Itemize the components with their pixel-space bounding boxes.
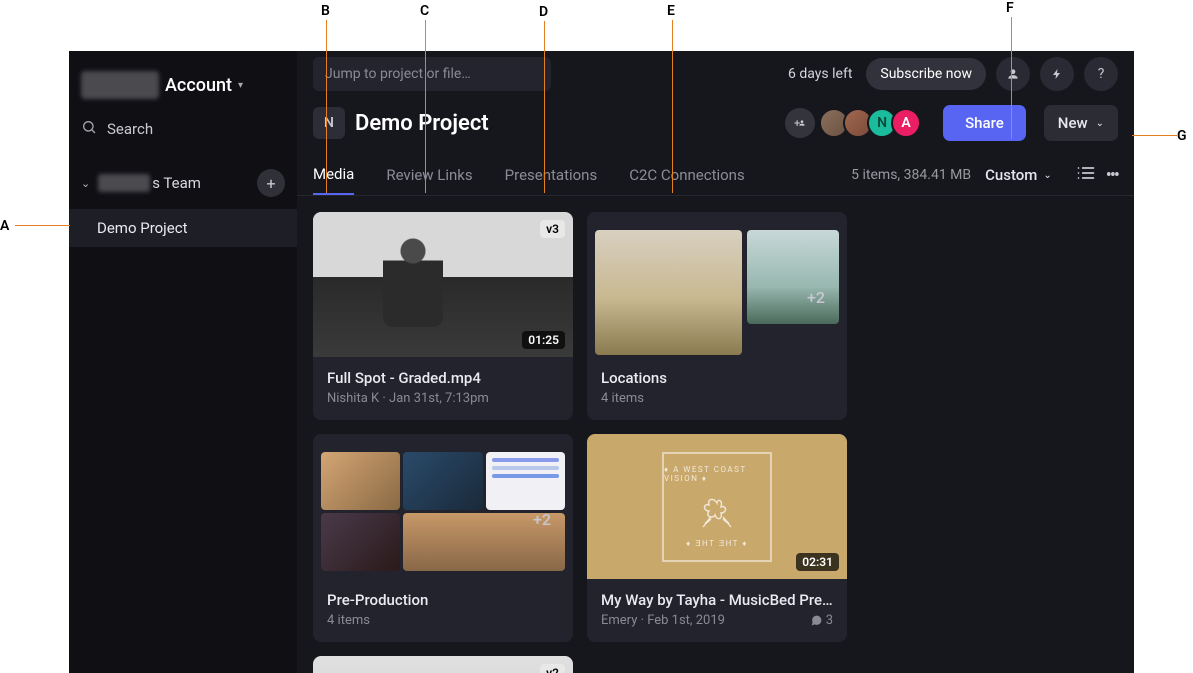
annotation-line-d xyxy=(544,21,545,193)
team-row[interactable]: ⌄ s Team + xyxy=(69,161,297,205)
subscribe-button[interactable]: Subscribe now xyxy=(866,58,986,90)
card-thumbnail: v3 01:25 xyxy=(313,212,573,357)
annotation-line-c xyxy=(425,20,426,193)
annotation-a: A xyxy=(0,218,9,234)
annotation-line-b xyxy=(326,20,327,193)
card-thumbnail: ♦ A WEST COAST VISION ♦ ♦ ƎHT ƎHT ♦ 02:3… xyxy=(587,434,847,579)
album-text: ♦ ƎHT ƎHT ♦ xyxy=(686,539,748,548)
card-meta: 4 items xyxy=(327,613,559,628)
jump-placeholder: Jump to project or file… xyxy=(325,66,471,82)
trial-days-left: 6 days left xyxy=(788,66,852,82)
chevron-down-icon: ⌄ xyxy=(1043,170,1051,181)
search-icon xyxy=(81,119,97,139)
folder-preview xyxy=(321,513,400,571)
profile-button[interactable] xyxy=(996,57,1030,91)
team-suffix: s Team xyxy=(152,174,201,192)
chevron-down-icon: ▾ xyxy=(238,80,243,91)
app-window: Account ▾ Search ⌄ s Team + Demo Project… xyxy=(69,51,1134,673)
card-meta: 4 items xyxy=(601,391,833,406)
project-title: Demo Project xyxy=(355,111,775,136)
tab-c2c-connections[interactable]: C2C Connections xyxy=(629,156,745,194)
tab-review-links[interactable]: Review Links xyxy=(386,156,472,194)
sidebar-project-item[interactable]: Demo Project xyxy=(69,209,297,247)
more-count-badge: +2 xyxy=(807,288,825,307)
sidebar-search[interactable]: Search xyxy=(69,107,297,151)
annotation-line-e xyxy=(672,20,673,193)
annotation-b: B xyxy=(321,3,330,19)
comment-icon xyxy=(810,614,823,627)
tab-media[interactable]: Media xyxy=(313,155,354,195)
flower-icon xyxy=(693,487,741,535)
media-card[interactable]: ♦ A WEST COAST VISION ♦ ♦ ƎHT ƎHT ♦ 02:3… xyxy=(587,434,847,642)
card-thumbnail: v2 00:53 xyxy=(313,656,573,673)
media-grid: v3 01:25 Full Spot - Graded.mp4 Nishita … xyxy=(297,196,1134,673)
media-card[interactable]: v2 00:53 60 Second Cut.mp4 Nishita K · J… xyxy=(313,656,573,673)
folder-preview xyxy=(403,452,482,510)
account-switcher[interactable]: Account ▾ xyxy=(69,63,297,107)
media-card[interactable]: v3 01:25 Full Spot - Graded.mp4 Nishita … xyxy=(313,212,573,420)
card-title: My Way by Tayha - MusicBed Pre… xyxy=(601,591,833,609)
share-button[interactable]: Share xyxy=(943,105,1026,141)
new-label: New xyxy=(1058,114,1088,132)
project-avatar: N xyxy=(313,107,345,139)
card-title: Locations xyxy=(601,369,833,387)
folder-preview xyxy=(595,230,742,355)
annotation-g: G xyxy=(1177,128,1187,144)
folder-thumbnail: +2 xyxy=(313,434,573,579)
card-title: Full Spot - Graded.mp4 xyxy=(327,369,559,387)
add-collaborator-button[interactable]: + xyxy=(785,108,815,138)
folder-preview xyxy=(747,230,839,324)
team-name-redacted xyxy=(98,174,150,192)
annotation-line-g xyxy=(1132,135,1177,136)
duration-badge: 01:25 xyxy=(522,331,565,349)
sort-label: Custom xyxy=(985,166,1037,184)
search-placeholder: Search xyxy=(107,120,153,138)
folder-card[interactable]: +2 Locations 4 items xyxy=(587,212,847,420)
sort-dropdown[interactable]: Custom ⌄ xyxy=(985,166,1052,184)
add-project-button[interactable]: + xyxy=(257,169,285,197)
more-options-icon[interactable]: ••• xyxy=(1106,165,1118,186)
team-name: s Team xyxy=(98,174,257,192)
folder-card[interactable]: +2 Pre-Production 4 items xyxy=(313,434,573,642)
annotation-line-a xyxy=(15,225,70,226)
more-count-badge: +2 xyxy=(533,510,551,529)
folder-preview xyxy=(321,452,400,510)
avatar[interactable]: A xyxy=(891,108,921,138)
topbar: Jump to project or file… 6 days left Sub… xyxy=(297,57,1134,91)
new-button[interactable]: New ⌄ xyxy=(1044,105,1118,141)
duration-badge: 02:31 xyxy=(796,553,839,571)
tab-presentations[interactable]: Presentations xyxy=(505,156,598,194)
project-header: N Demo Project + N A Share New ⌄ xyxy=(297,91,1134,145)
account-label: Account xyxy=(165,75,232,96)
album-text: ♦ A WEST COAST VISION ♦ xyxy=(664,465,770,483)
tabs-row: Media Review Links Presentations C2C Con… xyxy=(297,145,1134,196)
card-title: Pre-Production xyxy=(327,591,559,609)
chevron-down-icon: ⌄ xyxy=(81,177,90,190)
annotation-f: F xyxy=(1006,0,1014,16)
chevron-down-icon: ⌄ xyxy=(1096,118,1104,129)
card-meta: Nishita K · Jan 31st, 7:13pm xyxy=(327,391,559,406)
folder-preview xyxy=(486,452,565,510)
collaborator-avatars[interactable]: N A xyxy=(825,108,921,138)
item-count: 5 items, 384.41 MB xyxy=(851,167,971,183)
jump-to-input[interactable]: Jump to project or file… xyxy=(313,57,551,91)
annotation-e: E xyxy=(667,3,675,19)
folder-thumbnail: +2 xyxy=(587,212,847,357)
sidebar: Account ▾ Search ⌄ s Team + Demo Project xyxy=(69,51,297,673)
help-button[interactable]: ? xyxy=(1084,57,1118,91)
list-view-icon[interactable] xyxy=(1076,163,1096,188)
version-badge: v2 xyxy=(540,664,565,673)
comments-number: 3 xyxy=(826,613,833,628)
account-name-redacted xyxy=(81,71,159,99)
annotation-d: D xyxy=(539,4,548,20)
main-content: Jump to project or file… 6 days left Sub… xyxy=(297,51,1134,673)
card-meta: Emery · Feb 1st, 2019 xyxy=(601,613,725,628)
lightning-button[interactable] xyxy=(1040,57,1074,91)
annotation-c: C xyxy=(420,3,429,19)
version-badge: v3 xyxy=(540,220,565,238)
comments-count[interactable]: 3 xyxy=(810,613,833,628)
annotation-line-f xyxy=(1011,17,1012,139)
